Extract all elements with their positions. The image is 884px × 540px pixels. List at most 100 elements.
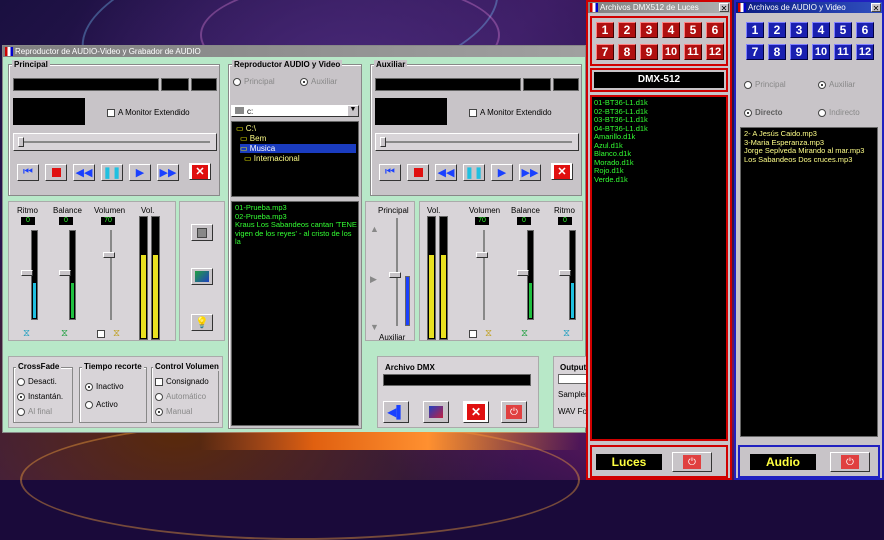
dmx-preset-button[interactable]: 10 — [662, 44, 680, 60]
dmx-preset-button[interactable]: 3 — [640, 22, 658, 38]
tree-item[interactable]: ▭ C:\ — [236, 124, 256, 133]
audio-close-x[interactable]: ✕ — [871, 3, 881, 13]
record-button[interactable] — [191, 224, 213, 241]
audio-file-item[interactable]: Los Sabandeos Dos cruces.mp3 — [744, 155, 864, 165]
principal-seek-bar[interactable] — [13, 133, 217, 151]
audio-preset-button[interactable]: 1 — [746, 22, 764, 38]
light-button[interactable]: 💡 — [191, 314, 213, 331]
chevron-down-icon[interactable]: ▼ — [348, 106, 358, 116]
balance-reset-icon[interactable]: ⧖ — [61, 328, 68, 339]
audio-preset-button[interactable]: 7 — [746, 44, 764, 60]
ritmo-reset-icon-right[interactable]: ⧖ — [563, 328, 570, 339]
audio-opt-auxiliar[interactable]: Auxiliar — [818, 80, 855, 89]
player-playlist[interactable]: 01-Prueba.mp3 02-Prueba.mp3 Kraus Los Sa… — [231, 201, 359, 426]
control-opt[interactable]: Automático — [155, 392, 206, 401]
audio-preset-button[interactable]: 3 — [790, 22, 808, 38]
principal-stop-button[interactable] — [45, 164, 67, 181]
principal-pause-button[interactable]: ❚❚ — [101, 164, 123, 181]
audio-titlebar[interactable]: Archivos de AUDIO y Video ✕ — [736, 2, 882, 13]
crossfader-mid-icon[interactable]: ▶ — [370, 274, 377, 285]
audio-preset-button[interactable]: 12 — [856, 44, 874, 60]
volumen-reset-icon-right[interactable]: ⧖ — [485, 328, 492, 339]
volumen-slider[interactable] — [103, 252, 115, 258]
auxiliar-seek-thumb[interactable] — [380, 137, 386, 147]
ritmo-reset-icon[interactable]: ⧖ — [23, 328, 30, 339]
crossfader-up-icon[interactable]: ▲ — [370, 224, 379, 234]
volumen-mute-checkbox[interactable] — [97, 329, 108, 338]
tree-item[interactable]: ▭ Internacional — [244, 154, 300, 163]
dmx-file-item[interactable]: Verde.d1k — [594, 175, 648, 185]
luces-power-button[interactable]: ⏻ — [672, 452, 712, 472]
balance-slider-right[interactable] — [517, 270, 529, 276]
main-titlebar[interactable]: Reproductor de AUDIO-Video y Grabador de… — [3, 46, 585, 57]
auxiliar-forward-button[interactable]: ▶▶ — [519, 164, 541, 181]
audio-preset-button[interactable]: 2 — [768, 22, 786, 38]
audio-opt-indirecto[interactable]: Indirecto — [818, 108, 860, 117]
ritmo-slider-right[interactable] — [559, 270, 571, 276]
auxiliar-pause-button[interactable]: ❚❚ — [463, 164, 485, 181]
crossfade-opt[interactable]: Desacti. — [17, 377, 57, 386]
principal-rewind-button[interactable]: ◀◀ — [73, 164, 95, 181]
auxiliar-prev-button[interactable]: ⏮ — [379, 164, 401, 181]
dmx-close-button[interactable]: ✕ — [463, 401, 489, 423]
player-opt-principal[interactable]: Principal — [233, 77, 275, 86]
tiempo-opt[interactable]: Activo — [85, 400, 118, 409]
crossfade-opt[interactable]: Al final — [17, 407, 52, 416]
dmx-preset-button[interactable]: 4 — [662, 22, 680, 38]
balance-reset-icon-right[interactable]: ⧖ — [521, 328, 528, 339]
volumen-reset-icon[interactable]: ⧖ — [113, 328, 120, 339]
dmx-preset-button[interactable]: 6 — [706, 22, 724, 38]
dmx-edit-button[interactable] — [423, 401, 449, 423]
balance-slider[interactable] — [59, 270, 71, 276]
drive-select[interactable]: c: ▼ — [231, 105, 359, 117]
dmx-preset-button[interactable]: 9 — [640, 44, 658, 60]
principal-monitor-checkbox[interactable]: A Monitor Extendido — [107, 108, 190, 117]
principal-play-button[interactable]: ▶ — [129, 164, 151, 181]
audio-preset-button[interactable]: 5 — [834, 22, 852, 38]
volumen-slider-right[interactable] — [476, 252, 488, 258]
auxiliar-stop-button[interactable] — [407, 164, 429, 181]
audio-opt-principal[interactable]: Principal — [744, 80, 786, 89]
principal-close-button[interactable]: ✕ — [189, 163, 211, 180]
dmx-preset-button[interactable]: 8 — [618, 44, 636, 60]
crossfade-opt[interactable]: Instantán. — [17, 392, 63, 401]
dmx-file-field[interactable] — [383, 374, 531, 386]
tree-item[interactable]: ▭ Bem — [240, 134, 266, 143]
audio-file-list[interactable]: 2- A Jesús Caido.mp3 3-Maria Esperanza.m… — [740, 127, 878, 437]
control-opt[interactable]: Manual — [155, 407, 192, 416]
crossfader-slider[interactable] — [389, 272, 401, 278]
dmx-preset-button[interactable]: 11 — [684, 44, 702, 60]
auxiliar-rewind-button[interactable]: ◀◀ — [435, 164, 457, 181]
dmx-titlebar[interactable]: Archivos DMX512 de Luces ✕ — [588, 2, 730, 13]
audio-preset-button[interactable]: 11 — [834, 44, 852, 60]
tiempo-opt[interactable]: Inactivo — [85, 382, 124, 391]
auxiliar-seek-bar[interactable] — [375, 133, 579, 151]
dmx-preset-button[interactable]: 2 — [618, 22, 636, 38]
audio-preset-button[interactable]: 10 — [812, 44, 830, 60]
audio-preset-button[interactable]: 6 — [856, 22, 874, 38]
audio-preset-button[interactable]: 8 — [768, 44, 786, 60]
dmx-preset-button[interactable]: 5 — [684, 22, 702, 38]
audio-preset-button[interactable]: 9 — [790, 44, 808, 60]
tree-item-selected[interactable]: ▭ Musica — [240, 144, 356, 153]
output-device-field[interactable] — [558, 374, 586, 384]
auxiliar-close-button[interactable]: ✕ — [551, 163, 573, 180]
auxiliar-play-button[interactable]: ▶ — [491, 164, 513, 181]
control-opt[interactable]: Consignado — [155, 377, 209, 386]
volumen-mute-checkbox-right[interactable] — [469, 329, 480, 338]
auxiliar-monitor-checkbox[interactable]: A Monitor Extendido — [469, 108, 552, 117]
playlist-item[interactable]: vigen de los reyes' - al cristo de los l… — [235, 229, 358, 247]
monitor-button[interactable] — [191, 268, 213, 285]
dmx-close-x[interactable]: ✕ — [719, 3, 729, 13]
dmx-preset-button[interactable]: 7 — [596, 44, 614, 60]
audio-preset-button[interactable]: 4 — [812, 22, 830, 38]
principal-seek-thumb[interactable] — [18, 137, 24, 147]
crossfader-down-icon[interactable]: ▼ — [370, 322, 379, 332]
player-opt-auxiliar[interactable]: Auxiliar — [300, 77, 337, 86]
principal-forward-button[interactable]: ▶▶ — [157, 164, 179, 181]
dmx-power-button[interactable]: ⏻ — [501, 401, 527, 423]
dmx-preset-button[interactable]: 1 — [596, 22, 614, 38]
audio-opt-directo[interactable]: Directo — [744, 108, 783, 117]
audio-power-button[interactable]: ⏻ — [830, 452, 870, 472]
principal-prev-button[interactable]: ⏮ — [17, 164, 39, 181]
